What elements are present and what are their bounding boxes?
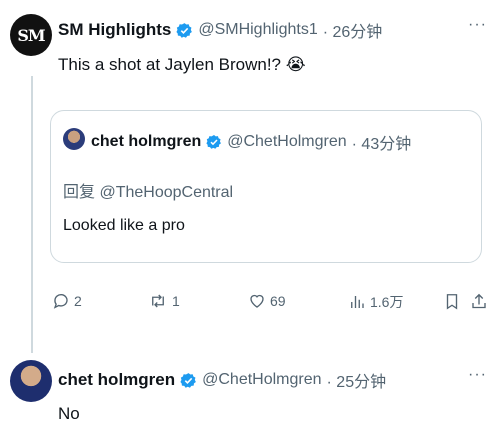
quote-text: Looked like a pro bbox=[63, 217, 185, 234]
tweet1-text: This a shot at Jaylen Brown!? 😭 bbox=[58, 55, 306, 74]
verified-badge-icon bbox=[206, 135, 222, 149]
verified-badge-icon bbox=[180, 372, 196, 388]
sm-highlights-avatar[interactable]: SM bbox=[10, 14, 52, 56]
bookmark-icon bbox=[446, 294, 458, 310]
tweet2-handle[interactable]: @ChetHolmgren bbox=[202, 371, 321, 389]
tweet2-timestamp[interactable]: · 25分钟 bbox=[327, 368, 387, 392]
quote-reply-to: 回复 @TheHoopCentral bbox=[63, 184, 234, 201]
views-chart-icon bbox=[351, 296, 364, 308]
tweet2-text: No bbox=[58, 404, 80, 423]
chet-holmgren-avatar[interactable] bbox=[10, 360, 52, 402]
like-count: 69 bbox=[270, 293, 286, 309]
like-button[interactable]: 69 bbox=[248, 292, 286, 310]
reply-button[interactable]: 2 bbox=[52, 292, 82, 310]
chet-quote-avatar bbox=[63, 128, 85, 150]
reply-count: 2 bbox=[74, 293, 82, 309]
heart-icon bbox=[250, 294, 264, 308]
retweet-button[interactable]: 1 bbox=[148, 292, 180, 310]
tweet1-more-icon[interactable]: ··· bbox=[468, 16, 487, 34]
quote-handle: @ChetHolmgren bbox=[227, 133, 347, 150]
tweet2-author-name[interactable]: chet holmgren bbox=[58, 370, 175, 390]
verified-badge-icon bbox=[176, 22, 193, 38]
quote-header: chet holmgren @ChetHolmgren · 43分钟 bbox=[91, 130, 411, 154]
tweet1-author-name[interactable]: SM Highlights bbox=[58, 20, 171, 40]
share-button[interactable] bbox=[470, 292, 488, 316]
tweet1-handle[interactable]: @SMHighlights1 bbox=[198, 21, 317, 39]
tweet1-header: SM Highlights @SMHighlights1 · 26分钟 bbox=[58, 18, 382, 42]
avatar-logo-text: SM bbox=[17, 25, 45, 45]
views-count: 1.6万 bbox=[370, 294, 404, 310]
quote-author-name: chet holmgren bbox=[91, 133, 202, 150]
retweet-count: 1 bbox=[172, 293, 180, 309]
quote-timestamp: · 43分钟 bbox=[351, 136, 412, 153]
tweet1-timestamp[interactable]: · 26分钟 bbox=[323, 18, 383, 42]
tweet2-header: chet holmgren @ChetHolmgren · 25分钟 bbox=[58, 368, 386, 392]
reply-icon bbox=[53, 294, 68, 309]
retweet-icon bbox=[152, 294, 164, 308]
quoted-tweet-card[interactable]: chet holmgren @ChetHolmgren · 43分钟 回复 @T… bbox=[50, 110, 482, 263]
tweet2-more-icon[interactable]: ··· bbox=[468, 366, 487, 384]
thread-line bbox=[31, 76, 33, 353]
views-button[interactable]: 1.6万 bbox=[348, 292, 403, 312]
share-icon bbox=[472, 293, 486, 309]
bookmark-button[interactable] bbox=[443, 292, 461, 316]
